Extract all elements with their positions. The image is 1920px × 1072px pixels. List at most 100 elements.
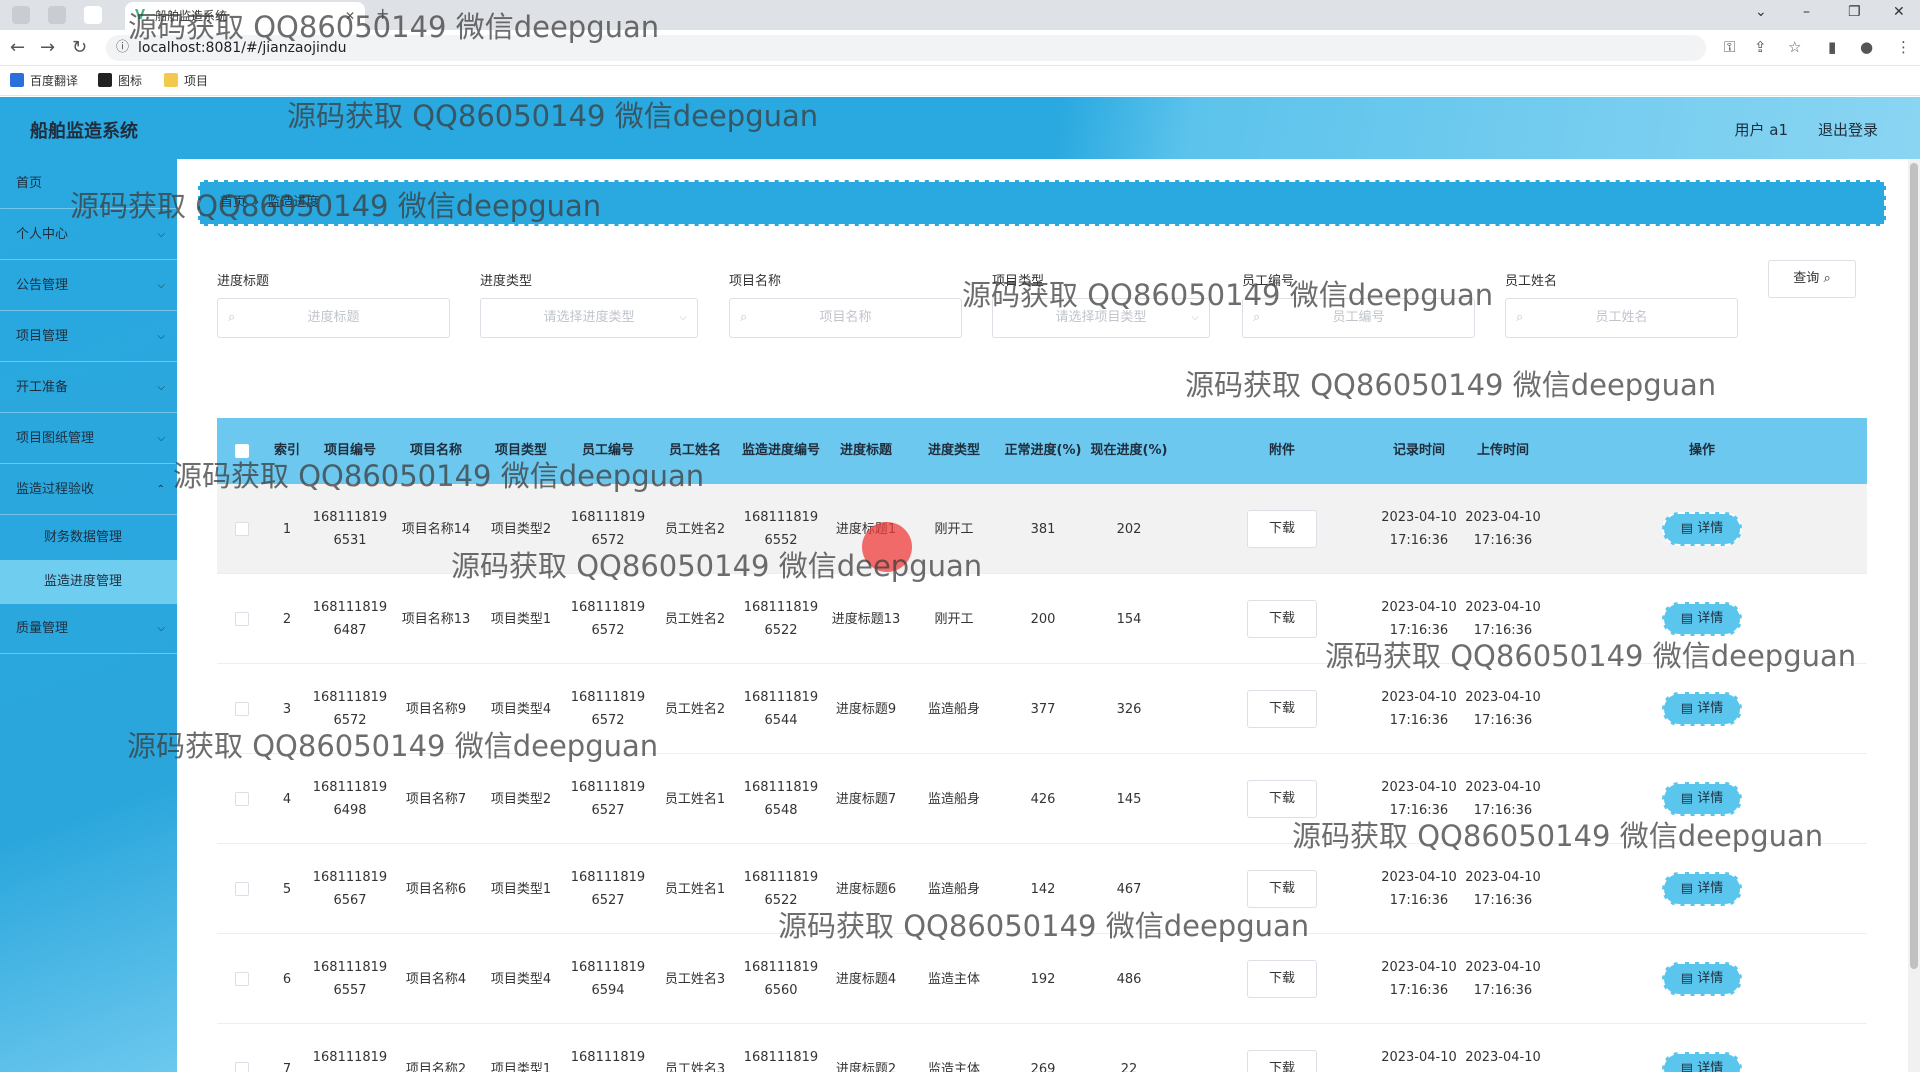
progress-title-input[interactable]: ⌕ 进度标题 (217, 298, 450, 338)
window-close-icon[interactable]: ✕ (1893, 4, 1905, 20)
profile-icon[interactable]: ● (1860, 38, 1873, 56)
tab-search-icon[interactable] (48, 6, 66, 24)
normal-progress-cell: 426 (1030, 791, 1056, 807)
normal-progress-cell: 192 (1030, 971, 1056, 987)
query-button[interactable]: 查询 ⌕ (1768, 260, 1856, 298)
pinned-tab-icon[interactable] (84, 6, 102, 24)
progress-title-cell: 进度标题13 (831, 611, 901, 627)
bookmark-item[interactable]: 百度翻译 (10, 72, 78, 90)
document-icon: ▤ (1680, 611, 1698, 626)
detail-button[interactable]: ▤ 详情 (1662, 962, 1742, 996)
record-time-cell: 2023-04-10 17:16:36 (1381, 870, 1457, 908)
progress-title-cell: 进度标题9 (835, 701, 897, 717)
download-button[interactable]: 下载 (1247, 960, 1317, 998)
watermark-text: 源码获取 QQ86050149 微信deepguan (778, 909, 1310, 943)
index-cell: 6 (282, 971, 292, 987)
project-no-cell: 1681118196 (312, 1050, 388, 1065)
employee-name-input[interactable]: ⌕ 员工姓名 (1505, 298, 1738, 338)
tab-list-chevron-icon[interactable]: ⌄ (1755, 4, 1767, 20)
row-checkbox[interactable] (235, 882, 249, 896)
project-name-input[interactable]: ⌕ 项目名称 (729, 298, 962, 338)
detail-button[interactable]: ▤ 详情 (1662, 782, 1742, 816)
download-button[interactable]: 下载 (1247, 1050, 1317, 1072)
download-button[interactable]: 下载 (1247, 690, 1317, 728)
back-icon[interactable]: ← (10, 37, 25, 58)
action-cell: ▤ 详情 (1557, 934, 1847, 1024)
column-header: 上传时间 (1476, 443, 1529, 458)
employee-name-cell: 员工姓名1 (664, 881, 726, 897)
column-header: 进度标题 (839, 443, 892, 458)
row-checkbox[interactable] (235, 702, 249, 716)
detail-button[interactable]: ▤ 详情 (1662, 872, 1742, 906)
detail-button[interactable]: ▤ 详情 (1662, 512, 1742, 546)
attachment-cell: 下载 (1217, 934, 1347, 1024)
progress-type-cell: 刚开工 (934, 611, 974, 627)
sidebar-item-projects[interactable]: 项目管理 ⌵ (0, 312, 177, 362)
search-icon: ⌕ (740, 310, 748, 325)
key-icon[interactable]: ⚿ (1724, 38, 1735, 56)
side-panel-icon[interactable]: ▮ (1828, 38, 1836, 56)
sidebar-item-start-prep[interactable]: 开工准备 ⌵ (0, 363, 177, 413)
scrollbar-thumb[interactable] (1910, 163, 1918, 969)
index-cell: 1 (282, 521, 292, 537)
action-cell: ▤ 详情 (1557, 484, 1847, 574)
document-icon: ▤ (1680, 521, 1698, 536)
table-row: 7 1681118196 项目名称2 项目类型1 1681118196 员工姓名3 1681… (217, 1024, 1867, 1072)
project-type-cell: 项目类型1 (490, 1061, 552, 1072)
filter-label-progress-title: 进度标题 (217, 274, 270, 289)
employee-name-cell: 员工姓名1 (664, 791, 726, 807)
bookmark-item[interactable]: 项目 (164, 72, 208, 90)
sidebar-item-process-acceptance[interactable]: 监造过程验收 ⌃ (0, 465, 177, 515)
employee-no-cell: 1681118196527 (570, 870, 646, 908)
detail-label: 详情 (1697, 611, 1724, 626)
progress-type-select[interactable]: 请选择进度类型 ⌵ (480, 298, 698, 338)
watermark-text: 源码获取 QQ86050149 微信deepguan (1185, 368, 1717, 402)
watermark-text: 源码获取 QQ86050149 微信deepguan (70, 189, 602, 223)
logout-link[interactable]: 退出登录 (1818, 119, 1878, 140)
reload-icon[interactable]: ↻ (72, 37, 87, 58)
project-name-cell: 项目名称4 (405, 971, 467, 987)
sidebar-item-announcements[interactable]: 公告管理 ⌵ (0, 261, 177, 311)
watermark-text: 源码获取 QQ86050149 微信deepguan (451, 549, 983, 583)
more-menu-icon[interactable]: ⋮ (1896, 38, 1911, 56)
sidebar-subitem-progress[interactable]: 监造进度管理 (0, 560, 177, 604)
document-icon: ▤ (1680, 791, 1698, 806)
row-checkbox[interactable] (235, 972, 249, 986)
progress-title-cell: 进度标题4 (835, 971, 897, 987)
sidebar: 首页 个人中心 ⌵ 公告管理 ⌵ 项目管理 ⌵ 开工准备 ⌵ 项目图纸管理 ⌵ 监造过程验… (0, 159, 177, 1072)
row-checkbox[interactable] (235, 792, 249, 806)
detail-button[interactable]: ▤ 详情 (1662, 692, 1742, 726)
column-header: 正常进度(%) (1004, 443, 1082, 458)
chevron-up-icon: ⌃ (156, 484, 165, 495)
bookmark-item[interactable]: 图标 (98, 72, 142, 90)
minimize-icon[interactable]: – (1803, 4, 1810, 20)
download-button[interactable]: 下载 (1247, 510, 1317, 548)
row-checkbox[interactable] (235, 1062, 249, 1072)
forward-icon[interactable]: → (40, 37, 55, 58)
page-scrollbar[interactable] (1908, 159, 1920, 1072)
column-header: 操作 (1688, 443, 1715, 458)
sidebar-item-drawings[interactable]: 项目图纸管理 ⌵ (0, 414, 177, 464)
chevron-down-icon: ⌵ (157, 433, 165, 444)
upload-time-cell: 2023-04-10 17:16:36 (1465, 870, 1541, 908)
row-select-cell (217, 1024, 267, 1072)
row-checkbox[interactable] (235, 612, 249, 626)
attachment-cell: 下载 (1217, 484, 1347, 574)
watermark-text: 源码获取 QQ86050149 微信deepguan (173, 459, 705, 493)
employee-name-cell: 员工姓名2 (664, 701, 726, 717)
detail-label: 详情 (1697, 1061, 1724, 1072)
current-progress-cell: 486 (1116, 971, 1142, 987)
sidebar-item-quality[interactable]: 质量管理 ⌵ (0, 604, 177, 654)
detail-button[interactable]: ▤ 详情 (1662, 602, 1742, 636)
progress-no-cell: 1681118196560 (743, 960, 819, 998)
download-button[interactable]: 下载 (1247, 600, 1317, 638)
project-no-cell: 1681118196531 (312, 510, 388, 548)
share-icon[interactable]: ⇪ (1754, 38, 1767, 56)
sidebar-subitem-finance[interactable]: 财务数据管理 (0, 516, 177, 560)
restore-icon[interactable]: ❐ (1848, 4, 1861, 20)
row-checkbox[interactable] (235, 522, 249, 536)
star-icon[interactable]: ☆ (1788, 38, 1801, 56)
normal-progress-cell: 269 (1030, 1061, 1056, 1072)
detail-button[interactable]: ▤ 详情 (1662, 1052, 1742, 1072)
browser-menu-icon[interactable] (12, 6, 30, 24)
